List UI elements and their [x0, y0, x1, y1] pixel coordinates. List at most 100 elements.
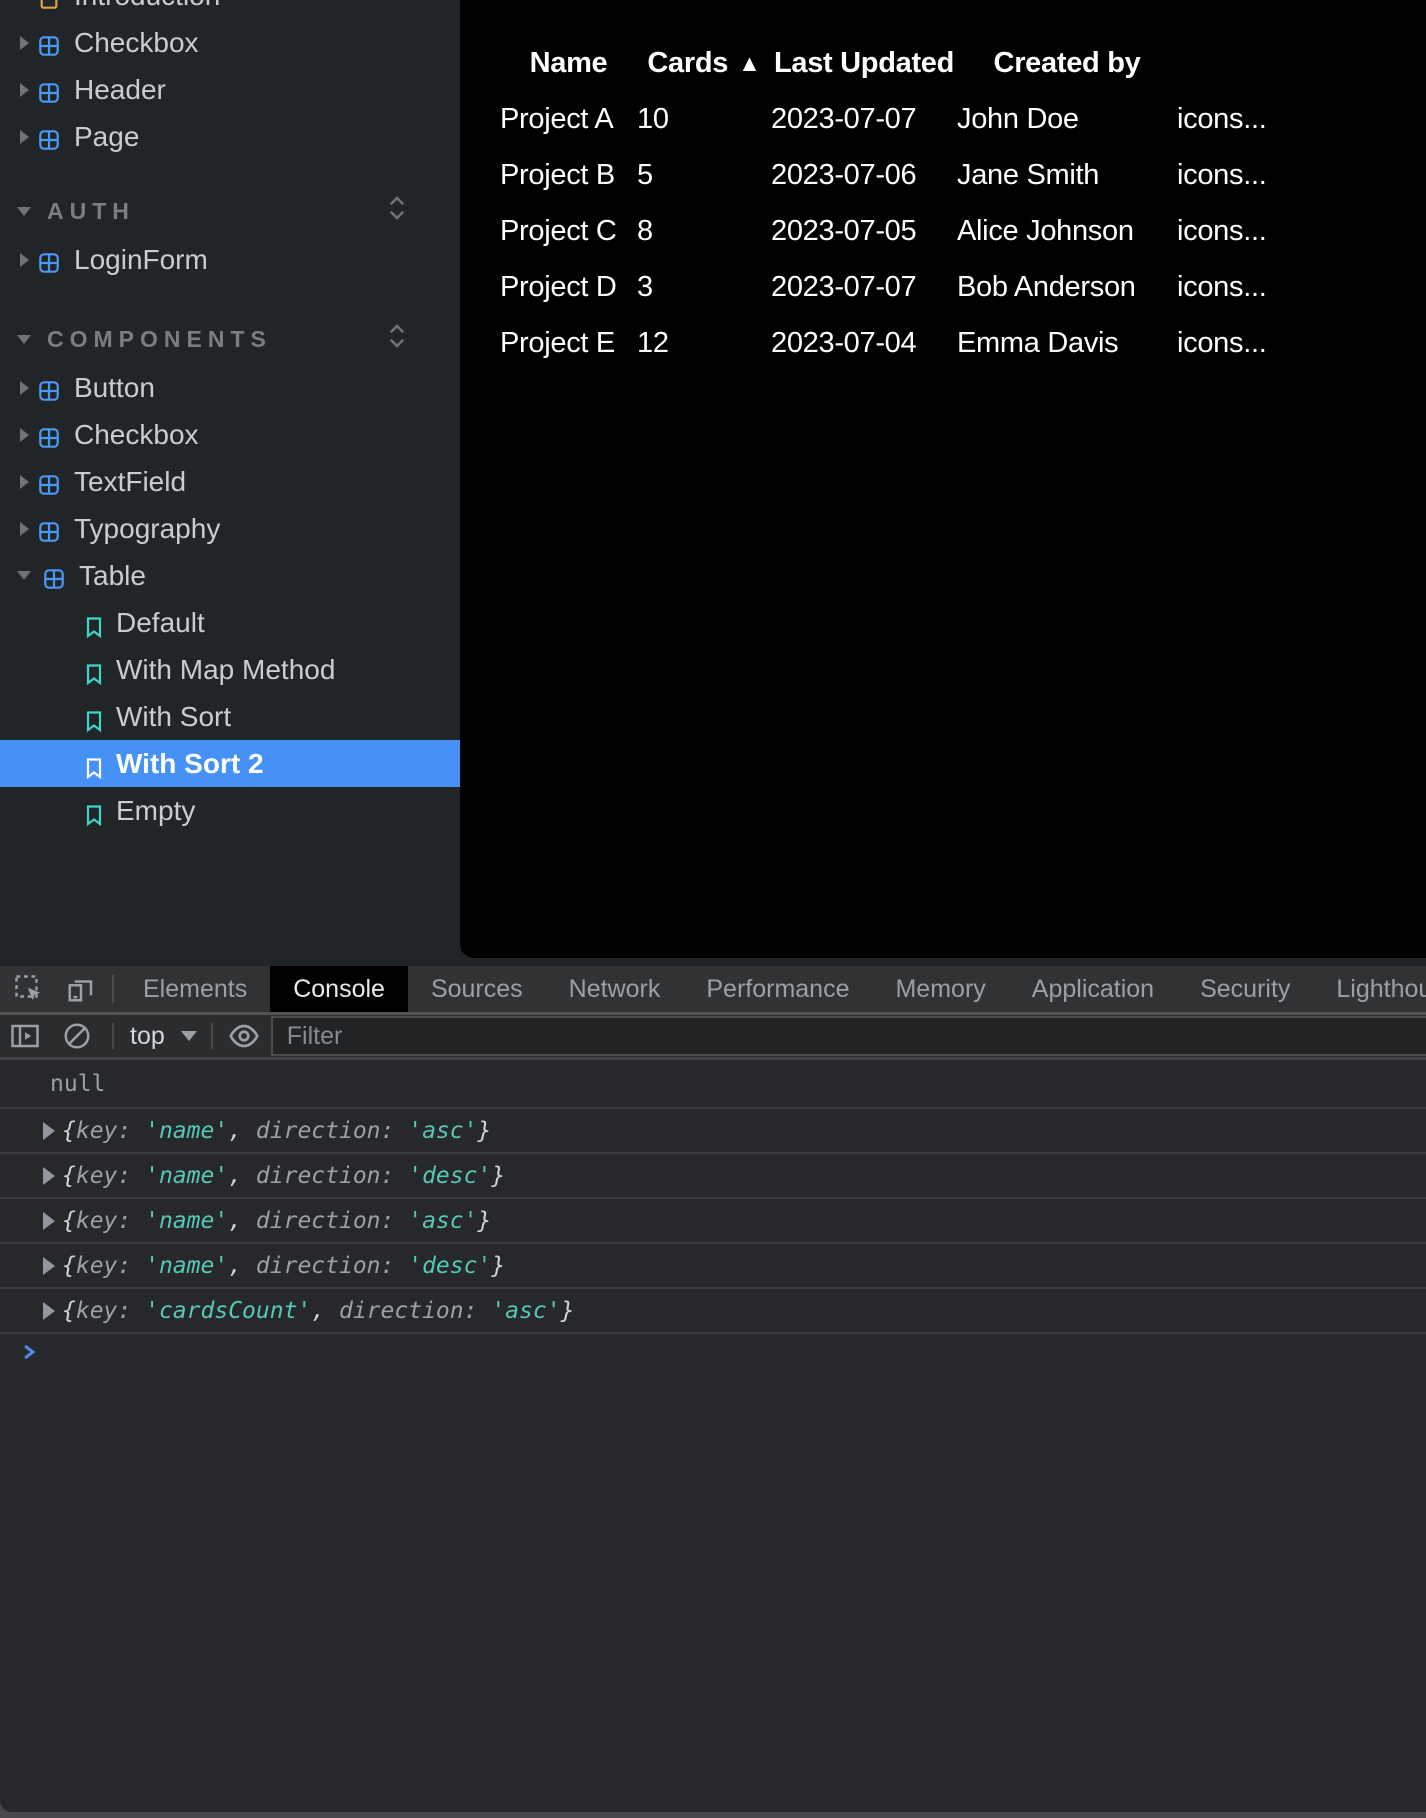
sidebar-item-empty[interactable]: Empty [0, 787, 460, 834]
sidebar-item-introduction[interactable]: Introduction [0, 0, 460, 19]
caret-collapsed-icon[interactable] [20, 522, 29, 536]
preview-token: , [228, 1208, 256, 1234]
preview-token: 'name' [145, 1118, 228, 1144]
devtools-tabbar: ElementsConsoleSourcesNetworkPerformance… [0, 966, 1426, 1015]
preview-token: , [228, 1253, 256, 1279]
component-grid-icon [38, 79, 60, 101]
table-header-last-updated[interactable]: Last Updated [771, 35, 957, 91]
header-label: Cards [647, 47, 728, 80]
caret-collapsed-icon[interactable] [20, 381, 29, 395]
preview-token: } [477, 1118, 491, 1144]
table-cell-icons: icons... [1177, 315, 1357, 371]
expand-triangle-icon[interactable] [43, 1302, 55, 1320]
preview-token: { [62, 1118, 76, 1144]
tab-performance[interactable]: Performance [683, 966, 872, 1012]
preview-token: } [491, 1253, 505, 1279]
preview-token: { [62, 1163, 76, 1189]
table-cell-creator: Alice Johnson [957, 203, 1177, 259]
inspect-element-icon[interactable] [12, 972, 46, 1006]
console-output: null{key: 'name', direction: 'asc'}{key:… [0, 1060, 1426, 1812]
device-toolbar-icon[interactable] [64, 972, 98, 1006]
tab-elements[interactable]: Elements [120, 966, 270, 1012]
expand-triangle-icon[interactable] [43, 1257, 55, 1275]
header-label: Last Updated [774, 47, 954, 80]
tab-sources[interactable]: Sources [408, 966, 546, 1012]
sidebar-item-with-sort-2[interactable]: With Sort 2 [0, 740, 460, 787]
story-bookmark-icon [86, 660, 102, 680]
table-cell-updated: 2023-07-07 [771, 259, 957, 315]
table-header-cards[interactable]: Cards▲ [637, 35, 771, 91]
sidebar-item-typography[interactable]: Typography [0, 505, 460, 552]
caret-collapsed-icon[interactable] [20, 130, 29, 144]
caret-collapsed-icon[interactable] [20, 253, 29, 267]
clear-console-icon[interactable] [60, 1019, 94, 1053]
table-cell-name: Project A [500, 91, 637, 147]
table-cell-icons: icons... [1177, 147, 1357, 203]
tab-console[interactable]: Console [270, 966, 408, 1012]
section-label: AUTH [47, 198, 384, 225]
caret-collapsed-icon[interactable] [20, 475, 29, 489]
sidebar-section-auth[interactable]: AUTH [0, 186, 460, 236]
expand-triangle-icon[interactable] [43, 1122, 55, 1140]
tab-network[interactable]: Network [546, 966, 684, 1012]
sidebar-item-header[interactable]: Header [0, 66, 460, 113]
caret-collapsed-icon[interactable] [20, 36, 29, 50]
console-toolbar: top [0, 1015, 1426, 1060]
sidebar-item-table[interactable]: Table [0, 552, 460, 599]
app-root: Introduction Checkbox Header Page AUTH LoginF… [0, 0, 1426, 1818]
sidebar-item-label: LoginForm [74, 244, 208, 276]
preview-token: key: [76, 1253, 145, 1279]
sidebar-item-default[interactable]: Default [0, 599, 460, 646]
sidebar-item-with-sort[interactable]: With Sort [0, 693, 460, 740]
sidebar-item-label: Button [74, 372, 155, 404]
caret-collapsed-icon[interactable] [20, 83, 29, 97]
sidebar-item-label: Empty [116, 795, 195, 827]
table-header-name[interactable]: Name [500, 35, 637, 91]
preview-token: direction: [256, 1253, 408, 1279]
live-expression-eye-icon[interactable] [227, 1019, 261, 1053]
execution-context-selector[interactable]: top [130, 1022, 197, 1051]
sidebar-item-page[interactable]: Page [0, 113, 460, 160]
expand-triangle-icon[interactable] [43, 1167, 55, 1185]
sidebar-item-with-map-method[interactable]: With Map Method [0, 646, 460, 693]
sidebar-item-textfield[interactable]: TextField [0, 458, 460, 505]
caret-collapsed-icon[interactable] [20, 428, 29, 442]
component-grid-icon [38, 377, 60, 399]
sidebar-item-checkbox[interactable]: Checkbox [0, 19, 460, 66]
preview-token: } [491, 1163, 505, 1189]
tab-memory[interactable]: Memory [872, 966, 1008, 1012]
docs-page-icon [38, 0, 60, 7]
sidebar-item-button[interactable]: Button [0, 364, 460, 411]
console-sidebar-icon[interactable] [8, 1019, 42, 1053]
sidebar-item-label: Table [79, 560, 146, 592]
context-label: top [130, 1022, 165, 1051]
devtools-panel: ElementsConsoleSourcesNetworkPerformance… [0, 966, 1426, 1818]
story-bookmark-icon [86, 754, 102, 774]
expand-collapse-all-icon[interactable] [384, 193, 410, 229]
expand-triangle-icon[interactable] [43, 1212, 55, 1230]
filter-input[interactable] [273, 1022, 1426, 1051]
console-message: {key: 'name', direction: 'desc'} [0, 1154, 1426, 1199]
table-header-created-by[interactable]: Created by [957, 35, 1177, 91]
tab-application[interactable]: Application [1009, 966, 1177, 1012]
sidebar-item-label: Checkbox [74, 27, 199, 59]
table-cell-icons: icons... [1177, 203, 1357, 259]
preview-token: key: [76, 1163, 145, 1189]
preview-token: 'asc' [491, 1298, 560, 1324]
chevron-down-icon [181, 1031, 197, 1041]
object-preview: {key: 'name', direction: 'asc'} [62, 1208, 491, 1234]
table-cell-cards: 3 [637, 259, 771, 315]
tab-security[interactable]: Security [1177, 966, 1313, 1012]
sidebar-item-loginform[interactable]: LoginForm [0, 236, 460, 283]
console-prompt[interactable] [0, 1334, 1426, 1374]
object-preview: {key: 'name', direction: 'desc'} [62, 1253, 505, 1279]
sidebar-item-checkbox[interactable]: Checkbox [0, 411, 460, 458]
component-grid-icon [38, 126, 60, 148]
sidebar-section-components[interactable]: COMPONENTS [0, 314, 460, 364]
sidebar-item-label: Header [74, 74, 166, 106]
expand-collapse-all-icon[interactable] [384, 321, 410, 357]
component-grid-icon [43, 565, 65, 587]
table-cell-creator: Emma Davis [957, 315, 1177, 371]
tab-lighthouse[interactable]: Lighthouse [1313, 966, 1426, 1012]
caret-expanded-icon[interactable] [17, 571, 31, 580]
